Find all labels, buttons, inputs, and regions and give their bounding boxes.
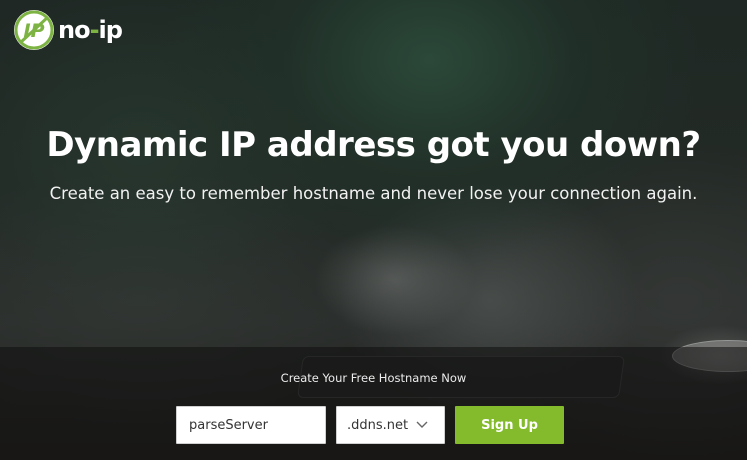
logo-wordmark-dot: - [89,16,100,44]
hero-headline: Dynamic IP address got you down? [46,125,701,165]
chevron-down-icon [416,421,428,428]
domain-select[interactable]: .ddns.net [336,406,445,444]
brand-logo[interactable]: IP no-ip [14,9,123,51]
logo-badge-icon: IP [14,10,54,50]
hero-subheadline: Create an easy to remember hostname and … [49,184,698,203]
signup-caption: Create Your Free Hostname Now [280,371,467,385]
logo-wordmark-suffix: ip [98,16,123,44]
logo-badge-graphic: IP [14,10,54,50]
logo-wordmark-prefix: no [58,16,91,44]
logo-wordmark: no-ip [58,16,123,44]
sign-up-button[interactable]: Sign Up [455,406,564,444]
domain-select-value: .ddns.net [347,417,409,433]
page: IP no-ip Dynamic IP address got you down… [0,0,747,460]
hostname-input[interactable] [176,406,326,444]
